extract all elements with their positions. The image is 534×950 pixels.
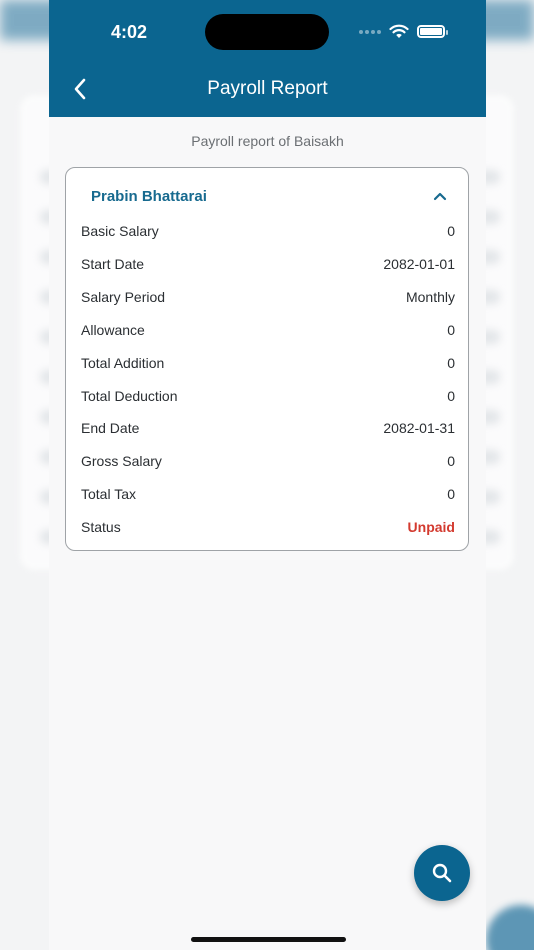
row-value: 0 (447, 388, 455, 404)
row-label: Start Date (81, 256, 145, 272)
row-allowance: Allowance 0 (81, 322, 455, 342)
row-value: 2082-01-31 (383, 420, 455, 436)
status-icons (359, 24, 448, 39)
row-total-tax: Total Tax 0 (81, 486, 455, 506)
row-label: Gross Salary (81, 453, 162, 469)
row-end-date: End Date 2082-01-31 (81, 420, 455, 440)
row-label: End Date (81, 420, 140, 436)
payroll-sheet: 4:02 Payroll Report Payroll report of Ba… (49, 0, 486, 950)
row-label: Allowance (81, 322, 145, 338)
status-badge: Unpaid (407, 519, 455, 535)
row-label: Total Tax (81, 486, 136, 502)
row-value: 2082-01-01 (383, 256, 455, 272)
app-header: 4:02 Payroll Report (49, 0, 486, 117)
row-start-date: Start Date 2082-01-01 (81, 256, 455, 276)
row-basic-salary: Basic Salary 0 (81, 223, 455, 243)
row-total-addition: Total Addition 0 (81, 355, 455, 375)
row-total-deduction: Total Deduction 0 (81, 388, 455, 408)
row-salary-period: Salary Period Monthly (81, 289, 455, 309)
row-label: Salary Period (81, 289, 166, 305)
row-value: 0 (447, 322, 455, 338)
row-status: Status Unpaid (81, 519, 455, 539)
row-value: Monthly (405, 289, 455, 305)
row-label: Total Addition (81, 355, 165, 371)
row-value: 0 (447, 355, 455, 371)
employee-name[interactable]: Prabin Bhattarai (91, 188, 207, 205)
row-value: 0 (447, 453, 455, 469)
row-value: 0 (447, 223, 455, 239)
chevron-up-icon[interactable] (432, 189, 448, 203)
report-subtitle: Payroll report of Baisakh (191, 133, 344, 149)
row-label: Status (81, 519, 121, 535)
page-title: Payroll Report (207, 78, 328, 99)
row-value: 0 (447, 486, 455, 502)
row-label: Total Deduction (81, 388, 178, 404)
wifi-icon (389, 24, 409, 38)
status-time: 4:02 (111, 22, 148, 42)
signal-icon (359, 29, 381, 34)
home-indicator[interactable] (191, 937, 346, 942)
employee-payroll-card: Prabin Bhattarai Basic Salary 0 Start Da… (65, 167, 469, 551)
dynamic-island (205, 14, 329, 50)
search-icon (432, 863, 452, 883)
battery-icon (417, 25, 448, 38)
search-button[interactable] (414, 845, 470, 901)
row-label: Basic Salary (81, 223, 159, 239)
row-gross-salary: Gross Salary 0 (81, 453, 455, 473)
